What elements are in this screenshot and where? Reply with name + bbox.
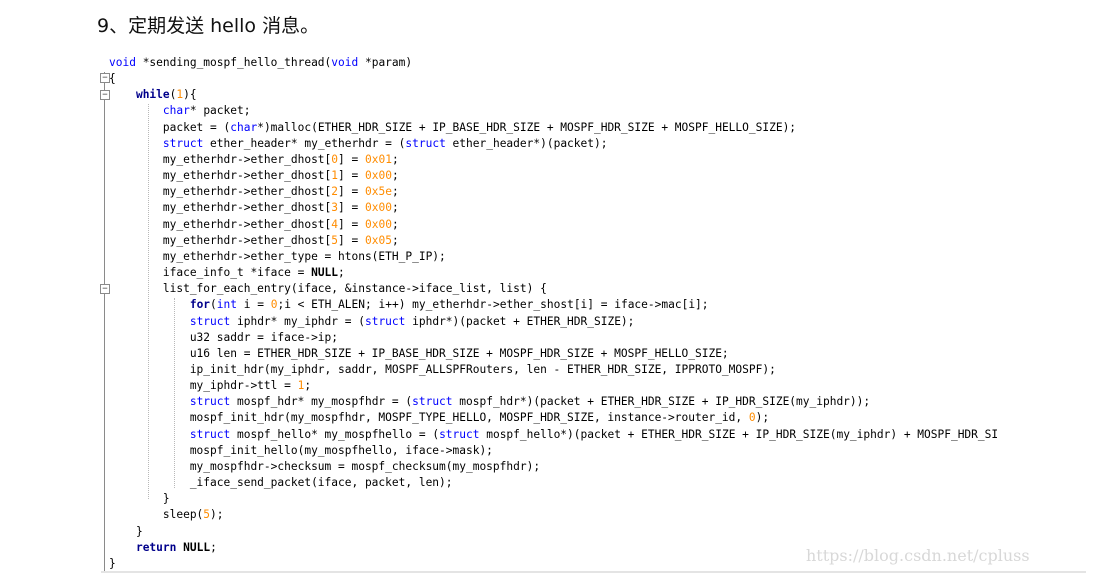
code-line: my_etherhdr->ether_dhost[5] = 0x05;: [109, 233, 399, 247]
code-line: my_etherhdr->ether_dhost[3] = 0x00;: [109, 201, 399, 215]
code-line: my_etherhdr->ether_dhost[2] = 0x5e;: [109, 185, 399, 199]
code-line: packet = (char*)malloc(ETHER_HDR_SIZE + …: [109, 120, 797, 134]
code-line: struct ether_header* my_etherhdr = (stru…: [162, 136, 608, 150]
code-line: list_for_each_entry(iface, &instance->if…: [109, 282, 547, 296]
source-code: void *sending_mospf_hello_thread(void *p…: [109, 55, 997, 572]
watermark: https://blog.csdn.net/cpluss: [806, 546, 1030, 565]
divider: [101, 571, 1086, 573]
code-line: mospf_init_hdr(my_mospfhdr, MOSPF_TYPE_H…: [109, 411, 770, 425]
code-line: my_mospfhdr->checksum = mospf_checksum(m…: [109, 459, 541, 473]
code-line: u16 len = ETHER_HDR_SIZE + IP_BASE_HDR_S…: [109, 346, 729, 360]
code-line: }: [109, 492, 170, 506]
code-line: my_etherhdr->ether_type = htons(ETH_P_IP…: [109, 249, 446, 263]
code-line: struct mospf_hdr* my_mospfhdr = (struct …: [189, 395, 871, 409]
code-line: sleep(5);: [109, 508, 224, 522]
code-line: {: [109, 72, 116, 86]
code-line: my_etherhdr->ether_dhost[0] = 0x01;: [109, 152, 399, 166]
code-line: ip_init_hdr(my_iphdr, saddr, MOSPF_ALLSP…: [109, 362, 776, 376]
code-line: iface_info_t *iface = NULL;: [109, 266, 345, 280]
code-line: void *sending_mospf_hello_thread(void *p…: [109, 56, 413, 69]
section-heading: 9、定期发送 hello 消息。: [97, 15, 320, 37]
code-block: − − − void *sending_mospf_hello_thread(v…: [97, 50, 997, 577]
code-line: my_etherhdr->ether_dhost[1] = 0x00;: [109, 169, 399, 183]
code-line: my_etherhdr->ether_dhost[4] = 0x00;: [109, 217, 399, 231]
code-line: }: [109, 524, 143, 538]
code-line: for(int i = 0;i < ETH_ALEN; i++) my_ethe…: [189, 298, 709, 312]
code-line: mospf_init_hello(my_mospfhello, iface->m…: [109, 443, 493, 457]
code-line: char* packet;: [162, 104, 251, 118]
code-line: _iface_send_packet(iface, packet, len);: [109, 476, 453, 490]
code-line: struct mospf_hello* my_mospfhello = (str…: [189, 427, 997, 441]
code-line: my_iphdr->ttl = 1;: [109, 379, 312, 393]
code-line: while(1){: [135, 88, 197, 102]
fold-gutter-line: [104, 72, 105, 572]
code-line: struct iphdr* my_iphdr = (struct iphdr*)…: [189, 314, 635, 328]
code-line: u32 saddr = iface->ip;: [109, 330, 339, 344]
